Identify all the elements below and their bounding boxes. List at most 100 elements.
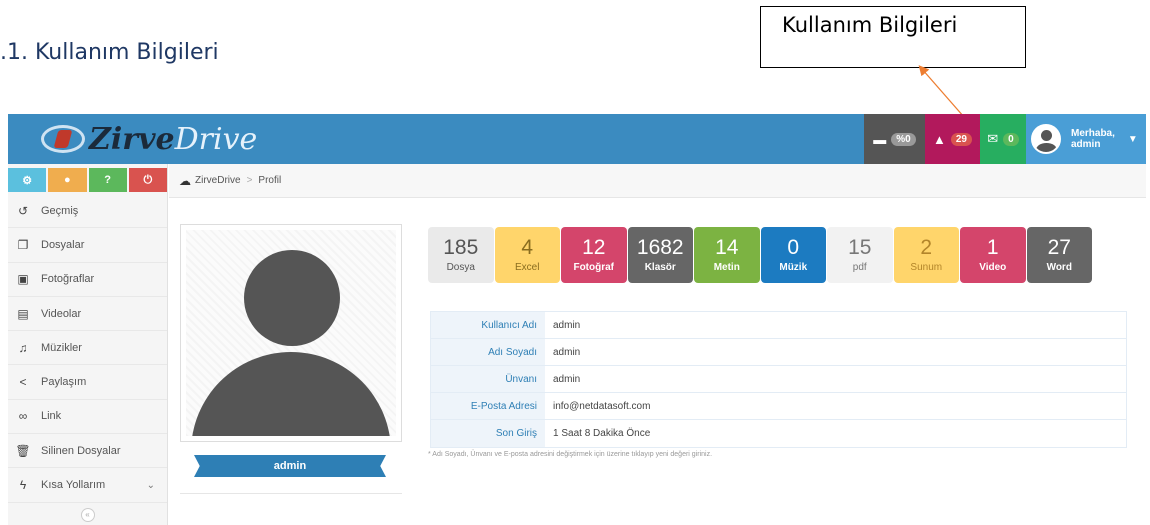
zirvedrive-app: ZirveDrive ▬ %0 ▲ 29 ✉ 0 Merhaba, admin: [8, 114, 1146, 525]
quick-actions: ⚙ ● ? ⏻: [8, 164, 167, 194]
stat-excel[interactable]: 4 Excel: [494, 227, 560, 283]
stat-label: Video: [979, 262, 1007, 273]
stat-folder[interactable]: 1682 Klasör: [627, 227, 693, 283]
sidebar-item-label: Fotoğraflar: [41, 273, 95, 286]
document-heading: .1. Kullanım Bilgileri: [0, 40, 219, 65]
breadcrumb-current: Profil: [258, 175, 282, 186]
stat-files[interactable]: 185 Dosya: [428, 227, 494, 283]
info-value-email[interactable]: info@netdatasoft.com: [545, 401, 650, 412]
info-value-username: admin: [553, 319, 581, 331]
stat-label: pdf: [852, 262, 867, 273]
question-icon: ?: [104, 174, 111, 186]
greeting-line: Merhaba,: [1071, 128, 1115, 139]
avatar-body: [191, 352, 391, 436]
table-row: E-Posta Adresi info@netdatasoft.com: [431, 393, 1126, 420]
breadcrumb-separator: >: [246, 175, 253, 186]
sidebar: ⚙ ● ? ⏻ ↺ Geçmiş ❐ Dosyalar ▣ Fotoğrafla…: [8, 164, 168, 525]
stat-count: 14: [715, 236, 739, 259]
sidebar-item-history[interactable]: ↺ Geçmiş: [8, 194, 167, 229]
messages-button[interactable]: ✉ 0: [980, 114, 1026, 164]
settings-button[interactable]: ⚙: [8, 168, 47, 192]
user-icon: ●: [64, 174, 71, 186]
message-count-badge: 0: [1003, 132, 1019, 146]
stat-count: 2: [920, 236, 933, 259]
sidebar-item-music[interactable]: ♫ Müzikler: [8, 331, 167, 366]
avatar: [1031, 124, 1061, 154]
storage-button[interactable]: ▬ %0: [864, 114, 925, 164]
stat-count: 185: [443, 236, 479, 259]
info-edit-note: * Adı Soyadı, Ünvanı ve E-posta adresini…: [428, 451, 713, 458]
stat-word[interactable]: 27 Word: [1026, 227, 1092, 283]
sidebar-item-link[interactable]: ∞ Link: [8, 400, 167, 435]
logo-text-zirve: Zirve: [89, 121, 175, 157]
stat-label: Sunum: [910, 262, 943, 273]
sidebar-item-label: Silinen Dosyalar: [41, 444, 121, 457]
table-row: Adı Soyadı admin: [431, 339, 1126, 366]
sidebar-item-label: Kısa Yollarım: [41, 479, 106, 492]
info-value-title[interactable]: admin: [545, 374, 580, 385]
stat-count: 4: [521, 236, 534, 259]
sidebar-collapse[interactable]: «: [8, 503, 167, 525]
cloud-icon: ☁: [179, 173, 191, 188]
user-greeting: Merhaba, admin: [1071, 128, 1115, 150]
sidebar-item-label: Link: [41, 410, 62, 423]
stat-label: Word: [1046, 262, 1072, 273]
files-icon: ❐: [17, 237, 29, 252]
divider: [180, 493, 402, 494]
notification-count-badge: 29: [950, 132, 972, 146]
info-value-full-name[interactable]: admin: [545, 347, 580, 358]
storage-badge: %0: [891, 132, 916, 146]
info-label-full-name: Adı Soyadı: [431, 339, 545, 365]
info-value-last-login: 1 Saat 8 Dakika Önce: [553, 428, 651, 439]
stat-video[interactable]: 1 Video: [960, 227, 1026, 283]
stat-label: Metin: [713, 262, 740, 273]
sidebar-item-label: Müzikler: [41, 341, 82, 354]
profile-avatar-placeholder: [186, 230, 396, 436]
sidebar-item-videos[interactable]: ▤ Videolar: [8, 297, 167, 332]
profile-button[interactable]: ●: [48, 168, 87, 192]
top-bar: ZirveDrive ▬ %0 ▲ 29 ✉ 0 Merhaba, admin: [8, 114, 1146, 164]
hard-drive-icon: ▬: [873, 131, 887, 147]
share-icon: <: [19, 375, 27, 390]
double-chevron-left-icon: «: [80, 507, 95, 522]
trash-icon: 🗑: [15, 443, 31, 458]
stat-music[interactable]: 0 Müzik: [760, 227, 826, 283]
stat-count: 1: [986, 236, 999, 259]
stat-count: 0: [787, 236, 800, 259]
chevron-down-icon: ⌄: [146, 479, 155, 491]
breadcrumb-root[interactable]: ZirveDrive: [195, 175, 241, 186]
power-icon: ⏻: [143, 173, 153, 186]
stat-count: 12: [582, 236, 606, 259]
stat-count: 15: [848, 236, 872, 259]
sidebar-item-deleted-files[interactable]: 🗑 Silinen Dosyalar: [8, 434, 167, 469]
cogs-icon: ⚙: [22, 174, 33, 187]
stat-count: 1682: [636, 236, 684, 259]
stat-label: Klasör: [644, 262, 676, 273]
stat-presentation[interactable]: 2 Sunum: [893, 227, 959, 283]
table-row: Ünvanı admin: [431, 366, 1126, 393]
callout-box: Kullanım Bilgileri: [760, 6, 1026, 68]
info-label-username: Kullanıcı Adı: [431, 312, 545, 338]
image-icon: ▣: [17, 272, 29, 287]
sidebar-item-files[interactable]: ❐ Dosyalar: [8, 228, 167, 263]
stat-text[interactable]: 14 Metin: [694, 227, 760, 283]
avatar-head: [244, 250, 340, 346]
greeting-username: admin: [1071, 139, 1101, 150]
stat-photo[interactable]: 12 Fotoğraf: [561, 227, 627, 283]
logout-button[interactable]: ⏻: [128, 168, 167, 192]
sidebar-item-sharing[interactable]: < Paylaşım: [8, 365, 167, 400]
history-icon: ↺: [17, 203, 29, 218]
table-row: Kullanıcı Adı admin: [431, 312, 1126, 339]
stat-label: Dosya: [446, 262, 475, 273]
stat-pdf[interactable]: 15 pdf: [827, 227, 893, 283]
sidebar-item-photos[interactable]: ▣ Fotoğraflar: [8, 263, 167, 297]
help-button[interactable]: ?: [88, 168, 127, 192]
notifications-button[interactable]: ▲ 29: [925, 114, 980, 164]
logo[interactable]: Zirve Drive: [41, 121, 257, 157]
envelope-icon: ✉: [987, 131, 999, 146]
profile-picture-card[interactable]: [180, 224, 402, 442]
user-menu-button[interactable]: Merhaba, admin ▼: [1026, 114, 1146, 164]
top-right-controls: ▬ %0 ▲ 29 ✉ 0 Merhaba, admin ▼: [864, 114, 1146, 164]
film-icon: ▤: [17, 306, 29, 321]
sidebar-item-shortcuts[interactable]: ϟ Kısa Yollarım ⌄: [8, 468, 167, 503]
